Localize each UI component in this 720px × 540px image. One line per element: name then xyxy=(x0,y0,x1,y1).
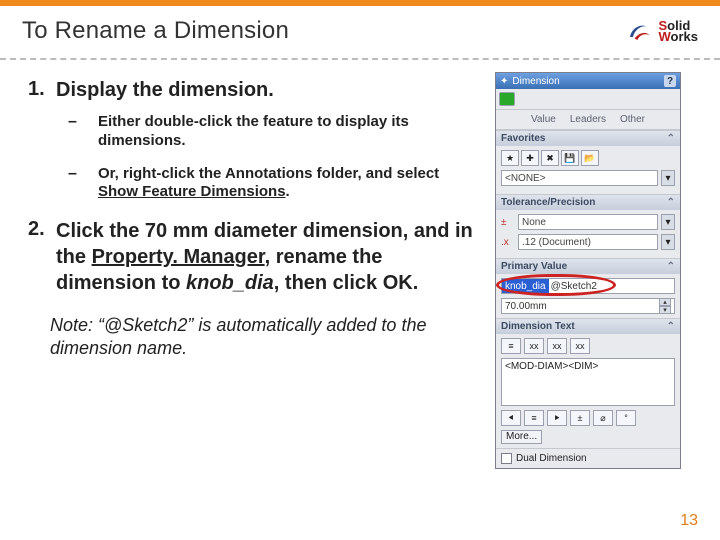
dual-dimension-label: Dual Dimension xyxy=(516,453,587,464)
pm-tabs: Value Leaders Other xyxy=(496,110,680,130)
below-icon[interactable]: xx xyxy=(570,338,590,354)
section-favorites: Favorites ⌃ ★ ✚ ✖ 💾 📂 <NONE> ▾ xyxy=(496,130,680,194)
page-number: 13 xyxy=(680,512,698,530)
suffix-icon[interactable]: xx xyxy=(547,338,567,354)
help-icon[interactable]: ? xyxy=(664,75,676,87)
brand-logo: SSolidolid Works xyxy=(624,16,698,46)
symbol-icon[interactable]: ± xyxy=(570,410,590,426)
fav-save-icon[interactable]: 💾 xyxy=(561,150,579,166)
dropdown-icon[interactable]: ▾ xyxy=(661,170,675,186)
primary-value-label: Primary Value xyxy=(501,261,567,272)
degree-icon[interactable]: ° xyxy=(616,410,636,426)
pm-header: ✦ Dimension ? xyxy=(496,73,680,89)
justify-right-icon[interactable]: ⯈ xyxy=(547,410,567,426)
dropdown-icon[interactable]: ▾ xyxy=(661,214,675,230)
tab-other[interactable]: Other xyxy=(620,114,645,125)
dimension-text-input[interactable]: <MOD-DIAM><DIM> xyxy=(501,358,675,406)
bullet-dash: – xyxy=(68,113,98,151)
pm-confirm-row xyxy=(496,89,680,110)
name-selection: knob_dia xyxy=(502,279,549,293)
chevron-icon[interactable]: ⌃ xyxy=(667,197,675,208)
dimension-value-input[interactable]: 70.00mm ▴▾ xyxy=(501,298,675,314)
fav-apply-icon[interactable]: ★ xyxy=(501,150,519,166)
tab-value[interactable]: Value xyxy=(531,114,556,125)
section-dual-dimension: Dual Dimension xyxy=(496,448,680,468)
value-spinner[interactable]: ▴▾ xyxy=(659,298,671,314)
precision-icon: .x xyxy=(501,237,515,248)
step-1-number: 1. xyxy=(28,78,56,103)
step-2: 2. Click the 70 mm diameter dimension, a… xyxy=(28,218,481,296)
tolerance-label: Tolerance/Precision xyxy=(501,197,595,208)
prefix-icon[interactable]: xx xyxy=(524,338,544,354)
tab-leaders[interactable]: Leaders xyxy=(570,114,606,125)
ds-logo-icon xyxy=(624,16,654,46)
dual-dimension-checkbox[interactable] xyxy=(501,453,512,464)
ok-button[interactable] xyxy=(499,92,515,106)
dimension-text-label: Dimension Text xyxy=(501,321,575,332)
diameter-icon[interactable]: ⌀ xyxy=(593,410,613,426)
step-1: 1. Display the dimension. – Either doubl… xyxy=(28,78,481,202)
fav-add-icon[interactable]: ✚ xyxy=(521,150,539,166)
fav-load-icon[interactable]: 📂 xyxy=(581,150,599,166)
property-manager-panel: ✦ Dimension ? Value Leaders Other Favori… xyxy=(495,72,681,469)
dropdown-icon[interactable]: ▾ xyxy=(661,234,675,250)
step-1b: – Or, right-click the Annotations folder… xyxy=(68,165,481,203)
step-2-text: Click the 70 mm diameter dimension, and … xyxy=(56,218,481,296)
center-text-icon[interactable]: ≡ xyxy=(501,338,521,354)
dimension-icon: ✦ xyxy=(500,76,508,87)
tol-type-icon: ± xyxy=(501,217,515,228)
page-title: To Rename a Dimension xyxy=(22,17,289,45)
section-primary-value: Primary Value ⌃ knob_dia @Sketch2 70.00mm… xyxy=(496,258,680,318)
favorites-label: Favorites xyxy=(501,133,545,144)
fav-delete-icon[interactable]: ✖ xyxy=(541,150,559,166)
step-1a: – Either double-click the feature to dis… xyxy=(68,113,481,151)
step-1-text: Display the dimension. xyxy=(56,78,274,103)
step-1a-text: Either double-click the feature to displ… xyxy=(98,113,481,151)
pm-title: Dimension xyxy=(512,76,559,87)
justify-center-icon[interactable]: ≡ xyxy=(524,410,544,426)
justify-left-icon[interactable]: ⯇ xyxy=(501,410,521,426)
precision-select[interactable]: .12 (Document) xyxy=(518,234,658,250)
more-button[interactable]: More... xyxy=(501,430,542,444)
section-tolerance: Tolerance/Precision ⌃ ±None▾ .x.12 (Docum… xyxy=(496,194,680,258)
instruction-column: 1. Display the dimension. – Either doubl… xyxy=(0,60,495,469)
note-text: Note: “@Sketch2” is automatically added … xyxy=(50,314,481,361)
name-suffix: @Sketch2 xyxy=(549,281,599,292)
section-dimension-text: Dimension Text ⌃ ≡ xx xx xx <MOD-DIAM><DI… xyxy=(496,318,680,448)
dimension-name-input[interactable]: knob_dia @Sketch2 xyxy=(501,278,675,294)
chevron-icon[interactable]: ⌃ xyxy=(667,133,675,144)
favorites-select[interactable]: <NONE> xyxy=(501,170,658,186)
chevron-icon[interactable]: ⌃ xyxy=(667,261,675,272)
bullet-dash: – xyxy=(68,165,98,203)
step-1b-text: Or, right-click the Annotations folder, … xyxy=(98,165,481,203)
tolerance-type-select[interactable]: None xyxy=(518,214,658,230)
chevron-icon[interactable]: ⌃ xyxy=(667,321,675,332)
header: To Rename a Dimension SSolidolid Works xyxy=(0,6,720,60)
step-2-number: 2. xyxy=(28,218,56,296)
